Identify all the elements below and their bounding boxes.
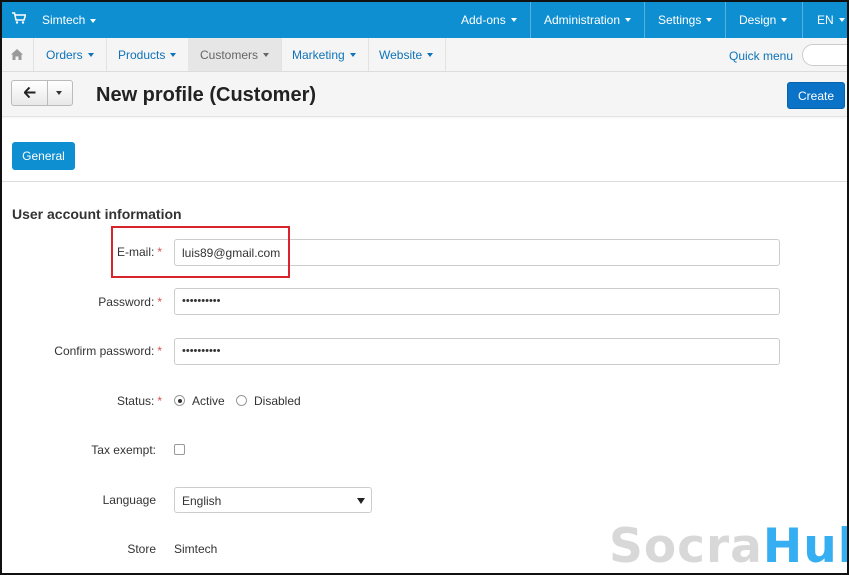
arrow-left-icon xyxy=(24,87,36,98)
confirm-password-label: Confirm password: * xyxy=(2,344,162,358)
chevron-down-icon xyxy=(170,52,177,57)
status-label-text: Status: xyxy=(116,394,155,408)
status-disabled-radio[interactable] xyxy=(236,395,247,406)
divider xyxy=(725,2,726,38)
nav-item-label: Marketing xyxy=(292,47,345,62)
chevron-down-icon xyxy=(263,52,270,57)
menu-addons-label: Add-ons xyxy=(461,13,506,27)
required-marker: * xyxy=(157,344,162,358)
menu-language[interactable]: EN xyxy=(817,2,845,38)
quick-menu-toggle[interactable] xyxy=(802,44,847,66)
chevron-down-icon xyxy=(625,18,632,22)
menu-addons[interactable]: Add-ons xyxy=(461,2,517,38)
watermark-logo: SocraHub xyxy=(609,523,847,570)
chevron-down-icon xyxy=(357,498,365,504)
menu-administration[interactable]: Administration xyxy=(544,2,632,38)
divider xyxy=(2,181,847,182)
confirm-password-field[interactable]: •••••••••• xyxy=(174,338,780,365)
main-nav: Orders Products Customers Marketing Webs… xyxy=(2,38,847,72)
chevron-down-icon xyxy=(56,91,62,95)
back-button-group xyxy=(11,80,73,106)
store-value: Simtech xyxy=(174,542,218,556)
back-dropdown-button[interactable] xyxy=(48,81,72,105)
section-title: User account information xyxy=(12,206,182,222)
nav-item-customers[interactable]: Customers xyxy=(188,38,283,71)
menu-design[interactable]: Design xyxy=(739,2,788,38)
password-label-text: Password: xyxy=(98,295,155,309)
cart-icon[interactable] xyxy=(12,12,26,24)
quick-menu-link[interactable]: Quick menu xyxy=(729,49,793,63)
language-label: Language xyxy=(102,493,156,507)
tab-general[interactable]: General xyxy=(12,142,75,170)
back-button[interactable] xyxy=(12,81,48,105)
nav-item-label: Customers xyxy=(200,47,259,62)
menu-design-label: Design xyxy=(739,13,777,27)
nav-item-website[interactable]: Website xyxy=(367,38,447,71)
page-header: New profile (Customer) xyxy=(2,72,847,117)
store-switcher[interactable]: Simtech xyxy=(42,13,97,27)
tax-exempt-checkbox[interactable] xyxy=(174,444,185,455)
chevron-down-icon xyxy=(90,18,97,23)
highlight-box xyxy=(111,226,290,278)
chevron-down-icon xyxy=(427,52,434,57)
home-icon[interactable] xyxy=(11,49,23,60)
password-label: Password: * xyxy=(2,295,162,309)
top-bar: Simtech Add-ons Administration Settings … xyxy=(2,2,847,38)
menu-language-label: EN xyxy=(817,13,834,27)
divider xyxy=(802,2,803,38)
confirm-password-label-text: Confirm password: xyxy=(54,344,155,358)
watermark-part1: Socra xyxy=(609,519,763,574)
nav-item-products[interactable]: Products xyxy=(106,38,190,71)
nav-item-orders[interactable]: Orders xyxy=(34,38,107,71)
status-active-radio[interactable] xyxy=(174,395,185,406)
page-title: New profile (Customer) xyxy=(96,84,317,106)
chevron-down-icon xyxy=(781,18,788,22)
language-select[interactable]: English xyxy=(174,487,372,513)
required-marker: * xyxy=(157,295,162,309)
store-label: Store xyxy=(127,542,156,556)
divider xyxy=(644,2,645,38)
chevron-down-icon xyxy=(838,18,845,22)
menu-settings-label: Settings xyxy=(658,13,702,27)
chevron-down-icon xyxy=(510,18,517,22)
app-window: Simtech Add-ons Administration Settings … xyxy=(0,0,849,575)
password-field[interactable]: •••••••••• xyxy=(174,288,780,315)
tax-exempt-label: Tax exempt: xyxy=(91,443,156,457)
chevron-down-icon xyxy=(87,52,94,57)
chevron-down-icon xyxy=(706,18,713,22)
required-marker: * xyxy=(157,394,162,408)
status-label: Status: * xyxy=(2,394,162,408)
watermark-part2: Hub xyxy=(762,519,847,574)
store-name: Simtech xyxy=(42,13,86,27)
status-disabled-label[interactable]: Disabled xyxy=(254,394,301,408)
create-button[interactable]: Create xyxy=(787,82,845,109)
language-selected-value: English xyxy=(182,494,222,508)
divider xyxy=(530,2,531,38)
nav-item-label: Orders xyxy=(46,47,83,62)
nav-item-marketing[interactable]: Marketing xyxy=(280,38,369,71)
menu-administration-label: Administration xyxy=(544,13,621,27)
chevron-down-icon xyxy=(349,52,356,57)
nav-item-label: Website xyxy=(379,47,423,62)
nav-item-label: Products xyxy=(118,47,166,62)
status-active-label[interactable]: Active xyxy=(192,394,225,408)
menu-settings[interactable]: Settings xyxy=(658,2,713,38)
